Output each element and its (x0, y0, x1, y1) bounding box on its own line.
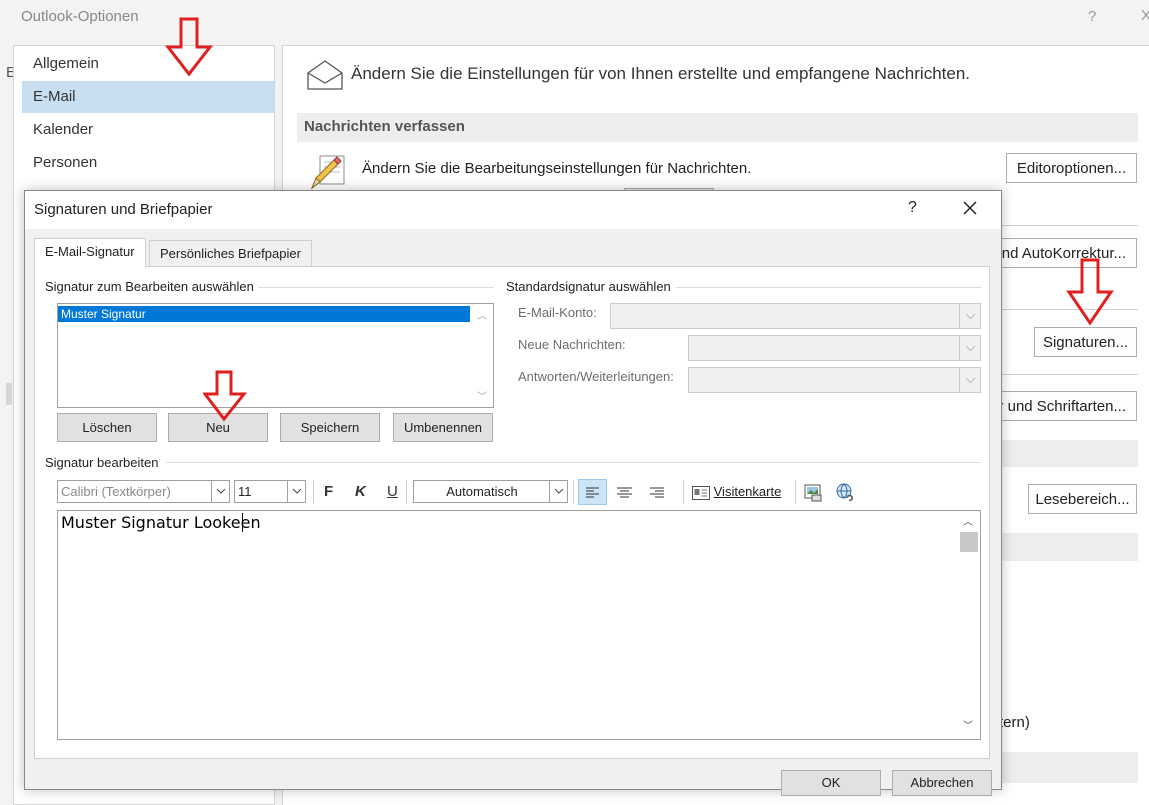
new-messages-label: Neue Nachrichten: (518, 337, 626, 352)
sidebar-item-personen[interactable]: Personen (22, 147, 274, 179)
sidebar-item-kalender[interactable]: Kalender (22, 114, 274, 146)
new-messages-dropdown[interactable] (688, 335, 981, 361)
toolbar-separator (573, 480, 574, 504)
align-left-button[interactable] (578, 479, 607, 505)
toolbar-separator (313, 480, 314, 504)
help-button[interactable]: ? (1088, 8, 1096, 25)
section-band (990, 533, 1138, 561)
signature-editor[interactable] (57, 510, 981, 740)
scroll-up-icon[interactable]: ︿ (963, 513, 973, 528)
fonts-button[interactable]: er und Schriftarten... (990, 391, 1137, 421)
sidebar-item-allgemein[interactable]: Allgemein (22, 48, 274, 80)
bold-button[interactable]: F (324, 483, 333, 500)
ok-button[interactable]: OK (781, 770, 881, 796)
annotation-arrow-icon (203, 370, 247, 422)
default-signature-label: Standardsignatur auswählen (506, 279, 671, 294)
close-icon[interactable] (1141, 8, 1149, 26)
email-account-label: E-Mail-Konto: (518, 305, 597, 320)
scroll-up-icon[interactable]: ︿ (477, 307, 487, 322)
separator (990, 374, 1138, 375)
italic-button[interactable]: K (355, 483, 366, 500)
window-title: Outlook-Optionen (21, 8, 139, 25)
tab-label: Persönliches Briefpapier (160, 246, 301, 261)
business-card-label: Visitenkarte (713, 484, 782, 499)
email-account-dropdown[interactable] (610, 303, 981, 329)
toolbar-separator (683, 480, 684, 504)
sidebar-item-email[interactable]: E-Mail (22, 81, 274, 113)
underline-button[interactable]: U (387, 483, 398, 500)
hyperlink-icon[interactable] (835, 482, 855, 502)
chevron-down-icon (287, 481, 305, 502)
text-caret (242, 513, 243, 532)
tab-label: E-Mail-Signatur (45, 244, 135, 259)
save-button[interactable]: Speichern (280, 413, 380, 442)
chevron-down-icon (959, 368, 980, 392)
select-signature-label: Signatur zum Bearbeiten auswählen (45, 279, 254, 294)
chevron-down-icon (959, 304, 980, 328)
toolbar-separator (406, 480, 407, 504)
edit-signature-label: Signatur bearbeiten (45, 455, 159, 470)
align-center-icon[interactable] (611, 480, 638, 504)
scroll-down-icon[interactable]: ﹀ (963, 717, 973, 732)
partial-text: tern) (999, 714, 1030, 731)
editor-options-button[interactable]: Editoroptionen... (1006, 153, 1137, 183)
reading-pane-button[interactable]: Lesebereich... (1028, 484, 1137, 514)
font-family-value: Calibri (Textkörper) (61, 484, 171, 499)
dialog-help-button[interactable]: ? (908, 199, 917, 217)
align-right-icon[interactable] (643, 480, 670, 504)
list-scrollbar[interactable]: ︿ ﹀ (472, 304, 493, 407)
pencil-paper-icon (310, 155, 345, 190)
chevron-down-icon (549, 481, 567, 502)
align-left-icon (586, 487, 599, 498)
close-icon[interactable] (958, 196, 982, 220)
editor-settings-text: Ändern Sie die Bearbeitungseinstellungen… (362, 160, 752, 177)
replies-dropdown[interactable] (688, 367, 981, 393)
annotation-arrow-icon (165, 17, 213, 77)
font-color-value: Automatisch (446, 484, 518, 499)
autocorrect-button[interactable]: nd AutoKorrektur... (990, 238, 1137, 268)
toolbar-separator (795, 480, 796, 504)
main-header-text: Ändern Sie die Einstellungen für von Ihn… (351, 64, 971, 83)
section-title: Nachrichten verfassen (304, 118, 465, 135)
group-divider (676, 287, 981, 288)
business-card-icon (692, 485, 710, 500)
separator (990, 309, 1138, 310)
tab-personal-stationery[interactable]: Persönliches Briefpapier (149, 240, 312, 268)
insert-picture-icon[interactable] (803, 482, 823, 502)
font-size-select[interactable]: 11 (234, 480, 306, 503)
business-card-button[interactable]: Visitenkarte (692, 484, 781, 500)
signature-editor-text: Muster Signatur Lookeen (61, 513, 261, 532)
edge-marker (6, 383, 12, 405)
group-divider (166, 462, 981, 463)
cancel-button[interactable]: Abbrechen (892, 770, 992, 796)
chevron-down-icon (959, 336, 980, 360)
list-item[interactable]: Muster Signatur (58, 306, 470, 322)
scroll-down-icon[interactable]: ﹀ (477, 388, 487, 403)
section-band (990, 752, 1138, 783)
delete-button[interactable]: Löschen (57, 413, 157, 442)
font-size-value: 11 (238, 484, 252, 499)
rename-button[interactable]: Umbenennen (393, 413, 493, 442)
replies-label: Antworten/Weiterleitungen: (518, 369, 674, 384)
dialog-title: Signaturen und Briefpapier (34, 201, 213, 218)
envelope-icon (307, 60, 343, 90)
tab-email-signature[interactable]: E-Mail-Signatur (34, 238, 146, 267)
scroll-thumb[interactable] (960, 532, 978, 552)
font-family-select[interactable]: Calibri (Textkörper) (57, 480, 230, 503)
chevron-down-icon (211, 481, 229, 502)
font-color-select[interactable]: Automatisch (413, 480, 568, 503)
section-band (990, 440, 1138, 467)
signatures-button[interactable]: Signaturen... (1034, 327, 1137, 357)
annotation-arrow-icon (1066, 258, 1114, 326)
group-divider (258, 287, 494, 288)
